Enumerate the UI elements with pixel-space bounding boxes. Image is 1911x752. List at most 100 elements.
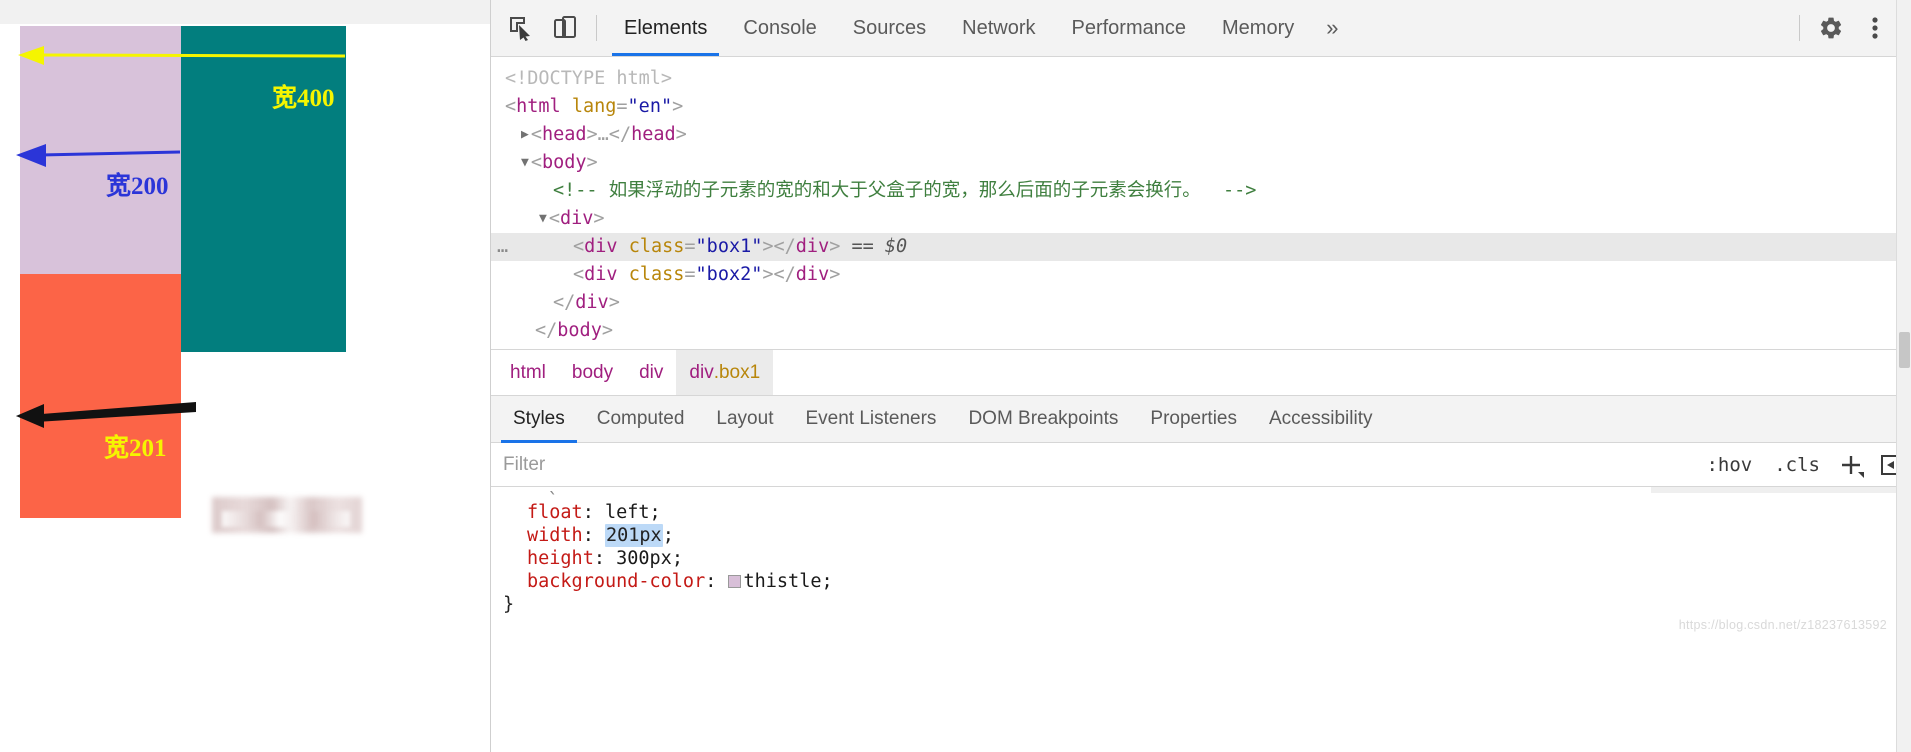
styles-rule-pane[interactable]: ` float: left; width: 201px; height: 300… xyxy=(491,487,1911,647)
html-comment-text: <!-- 如果浮动的子元素的宽的和大于父盒子的宽，那么后面的子元素会换行。 --… xyxy=(553,180,1257,201)
breadcrumb-item-div-label: div xyxy=(639,361,664,383)
page-canvas: 宽400 宽200 宽201 xyxy=(0,24,490,752)
css-value-background-color[interactable]: thistle xyxy=(744,571,822,592)
css-declaration-height[interactable]: height: 300px; xyxy=(491,547,1911,570)
gear-icon[interactable] xyxy=(1809,6,1853,50)
scrollbar-thumb[interactable] xyxy=(1899,332,1910,368)
css-value-height[interactable]: 300px xyxy=(616,548,672,569)
toolbar-separator-right xyxy=(1799,15,1800,41)
tab-computed-label: Computed xyxy=(596,408,685,429)
tab-performance-label: Performance xyxy=(1071,16,1187,39)
tree-line-body[interactable]: ▼ <body> xyxy=(491,149,1911,177)
breadcrumb-item-div-box1-class: .box1 xyxy=(713,361,761,383)
css-prop-height[interactable]: height xyxy=(527,548,594,569)
tree-line-body-close[interactable]: </body> xyxy=(491,317,1911,345)
tab-network[interactable]: Network xyxy=(944,0,1053,56)
breadcrumb-item-html-label: html xyxy=(510,361,546,383)
toolbar-right-group xyxy=(1790,6,1911,50)
rule-overflow-strip xyxy=(1651,487,1901,493)
tab-layout-label: Layout xyxy=(716,408,774,429)
css-declaration-float[interactable]: float: left; xyxy=(491,501,1911,524)
tree-line-doctype[interactable]: <!DOCTYPE html> xyxy=(491,65,1911,93)
collapse-triangle-icon[interactable]: ▼ xyxy=(521,149,529,177)
tree-line-box2[interactable]: <div class="box2"></div> xyxy=(491,261,1911,289)
browser-page-viewport: 宽400 宽200 宽201 xyxy=(0,0,490,752)
tab-console-label: Console xyxy=(743,16,817,39)
tab-properties-label: Properties xyxy=(1150,408,1237,429)
selected-node-badge[interactable]: … xyxy=(497,233,509,261)
toolbar-separator xyxy=(596,15,597,41)
tree-line-div-open[interactable]: ▼ <div> xyxy=(491,205,1911,233)
add-style-rule-button[interactable] xyxy=(1831,445,1871,485)
tree-line-html[interactable]: <html lang="en"> xyxy=(491,93,1911,121)
kebab-menu-icon[interactable] xyxy=(1853,6,1897,50)
tab-event-listeners[interactable]: Event Listeners xyxy=(789,396,952,443)
more-tabs-chevron-icon[interactable]: » xyxy=(1312,0,1352,56)
breadcrumb: html body div div .box1 xyxy=(491,349,1911,395)
filter-input[interactable] xyxy=(497,453,1696,476)
annotation-label-w200: 宽200 xyxy=(106,173,169,200)
dollar-zero-badge: == $0 xyxy=(851,236,908,257)
annotation-label-w400: 宽400 xyxy=(272,85,335,112)
tab-sources-label: Sources xyxy=(852,16,927,39)
tab-memory[interactable]: Memory xyxy=(1204,0,1312,56)
hov-button[interactable]: :hov xyxy=(1695,454,1763,476)
tree-line-html-close[interactable]: </html> xyxy=(491,345,1911,349)
styles-filter-row: :hov .cls xyxy=(491,443,1911,487)
inspect-cursor-icon[interactable] xyxy=(499,6,543,50)
tab-styles[interactable]: Styles xyxy=(497,396,581,443)
collapse-triangle-icon-div[interactable]: ▼ xyxy=(539,205,547,233)
tab-event-listeners-label: Event Listeners xyxy=(805,408,937,429)
css-close-brace: } xyxy=(503,594,515,615)
elements-tree[interactable]: <!DOCTYPE html> <html lang="en"> ▶ <head>… xyxy=(491,57,1911,349)
css-declaration-width[interactable]: width: 201px; xyxy=(491,524,1911,547)
tab-sources[interactable]: Sources xyxy=(835,0,944,56)
tree-line-head[interactable]: ▶ <head>…</head> xyxy=(491,121,1911,149)
tab-elements[interactable]: Elements xyxy=(606,0,725,56)
page-top-strip xyxy=(0,0,490,24)
css-value-float[interactable]: left xyxy=(605,502,650,523)
css-value-width[interactable]: 201px xyxy=(604,524,663,547)
cls-button[interactable]: .cls xyxy=(1763,454,1831,476)
css-prop-background-color[interactable]: background-color xyxy=(527,571,705,592)
tab-layout[interactable]: Layout xyxy=(700,396,789,443)
doctype-text: <!DOCTYPE html> xyxy=(505,68,673,89)
breadcrumb-item-div-box1-tag: div xyxy=(689,361,714,383)
blurred-watermark-line2 xyxy=(222,511,350,527)
tab-console[interactable]: Console xyxy=(725,0,834,56)
box3-element[interactable] xyxy=(20,274,181,518)
tab-dom-breakpoints-label: DOM Breakpoints xyxy=(968,408,1119,429)
tab-elements-label: Elements xyxy=(624,16,708,39)
tab-computed[interactable]: Computed xyxy=(581,396,701,443)
device-toolbar-icon[interactable] xyxy=(543,6,587,50)
tree-line-comment[interactable]: <!-- 如果浮动的子元素的宽的和大于父盒子的宽，那么后面的子元素会换行。 --… xyxy=(491,177,1911,205)
tab-accessibility[interactable]: Accessibility xyxy=(1253,396,1388,443)
tab-network-label: Network xyxy=(962,16,1036,39)
css-declaration-background-color[interactable]: background-color: thistle; xyxy=(491,570,1911,593)
annotation-label-w201: 宽201 xyxy=(104,435,167,462)
devtools-toolbar: Elements Console Sources Network Perform… xyxy=(491,0,1911,57)
tree-line-box1[interactable]: … <div class="box1"></div> == $0 xyxy=(491,233,1911,261)
tree-line-div-close[interactable]: </div> xyxy=(491,289,1911,317)
color-swatch-icon[interactable] xyxy=(727,575,741,588)
devtools-scrollbar[interactable] xyxy=(1896,0,1911,752)
css-prop-float[interactable]: float xyxy=(527,502,583,523)
expand-triangle-icon[interactable]: ▶ xyxy=(521,121,529,149)
box1-element[interactable] xyxy=(20,26,181,274)
css-prop-width[interactable]: width xyxy=(527,525,583,546)
tab-dom-breakpoints[interactable]: DOM Breakpoints xyxy=(952,396,1134,443)
breadcrumb-item-div-box1[interactable]: div .box1 xyxy=(676,350,774,395)
tab-memory-label: Memory xyxy=(1222,16,1295,39)
tab-performance[interactable]: Performance xyxy=(1054,0,1205,56)
breadcrumb-item-body-label: body xyxy=(571,361,614,383)
tab-properties[interactable]: Properties xyxy=(1134,396,1253,443)
tab-styles-label: Styles xyxy=(513,408,565,429)
styles-sidebar-tabs: Styles Computed Layout Event Listeners D… xyxy=(491,395,1911,443)
source-watermark: https://blog.csdn.net/z18237613592 xyxy=(1678,618,1887,632)
box2-element[interactable] xyxy=(181,26,346,352)
breadcrumb-item-div[interactable]: div xyxy=(626,350,676,395)
breadcrumb-item-html[interactable]: html xyxy=(497,350,559,395)
devtools-panel: Elements Console Sources Network Perform… xyxy=(490,0,1911,752)
screenshot-root: 宽400 宽200 宽201 Elements Console Sources … xyxy=(0,0,1911,752)
breadcrumb-item-body[interactable]: body xyxy=(559,350,626,395)
